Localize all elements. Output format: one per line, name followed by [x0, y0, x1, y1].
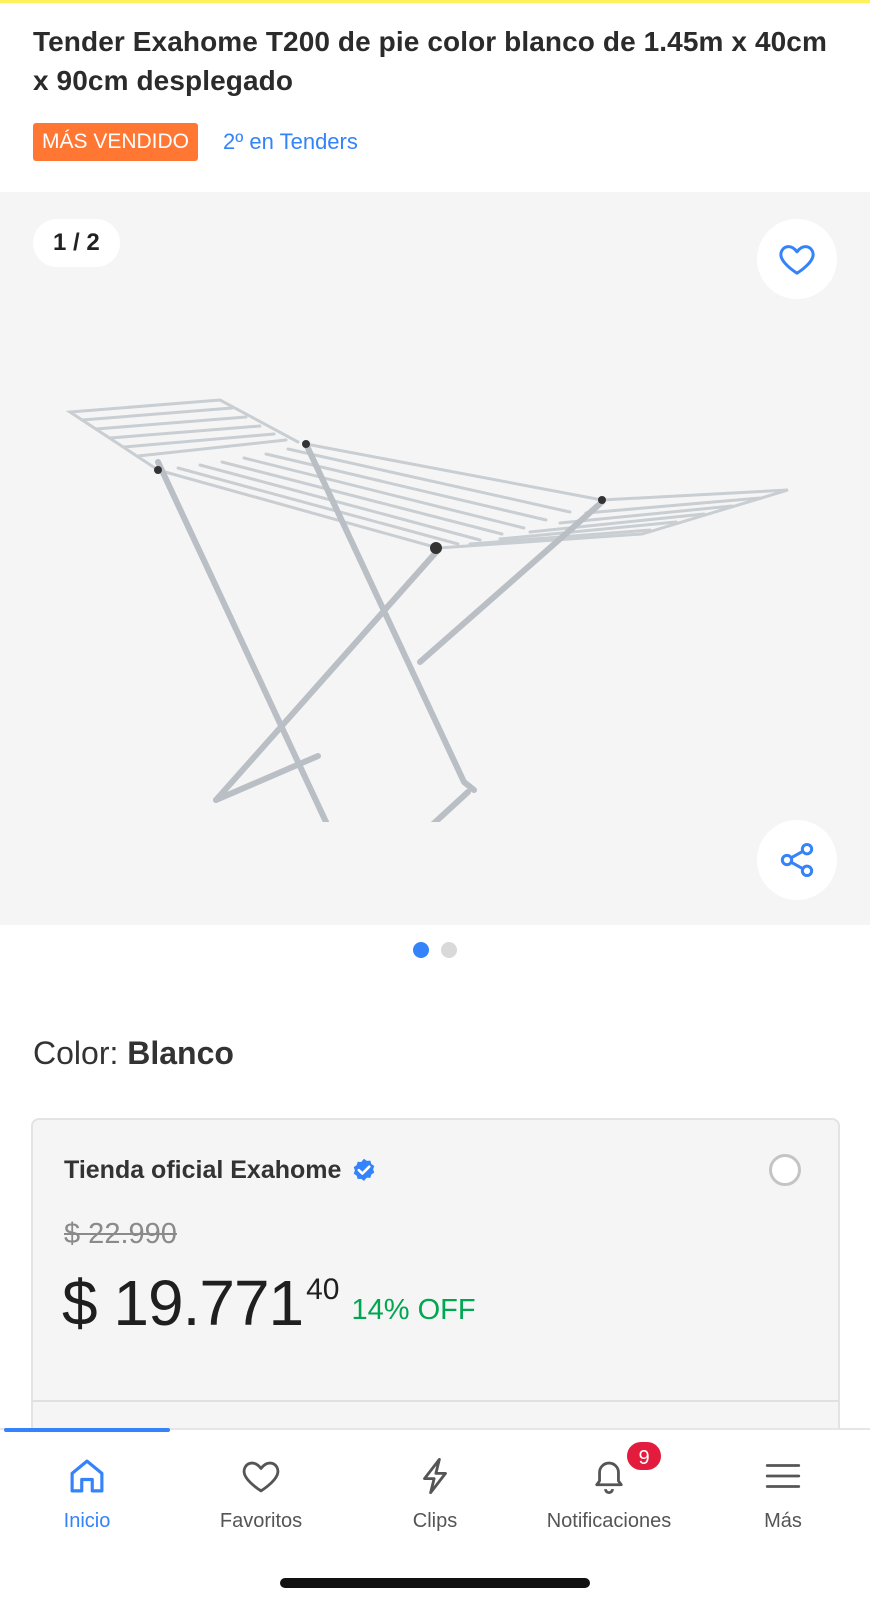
best-seller-badge: MÁS VENDIDO: [33, 123, 199, 161]
lightning-icon: [413, 1454, 457, 1498]
store-name: Tienda oficial Exahome: [64, 1156, 342, 1184]
price-cents: 40: [306, 1273, 340, 1306]
nav-label-clips: Clips: [412, 1510, 458, 1532]
image-gallery[interactable]: 1 / 2: [0, 192, 870, 925]
color-selector: Color: Blanco: [33, 1035, 234, 1072]
product-title: Tender Exahome T200 de pie color blanco …: [33, 26, 827, 96]
menu-icon: [761, 1454, 805, 1498]
notification-count-badge: 9: [625, 1440, 663, 1472]
nav-label-favoritos: Favoritos: [219, 1510, 303, 1532]
product-image: [65, 398, 789, 822]
discount-label: 14% OFF: [351, 1294, 476, 1326]
nav-item-notificaciones[interactable]: 9 Notificaciones: [522, 1440, 696, 1533]
active-tab-indicator: [4, 1428, 170, 1432]
nav-item-favoritos[interactable]: Favoritos: [174, 1454, 348, 1533]
nav-item-clips[interactable]: Clips: [348, 1454, 522, 1533]
nav-label-notificaciones: Notificaciones: [546, 1510, 672, 1532]
offer-radio[interactable]: [769, 1154, 801, 1186]
store-name-row: Tienda oficial Exahome: [64, 1156, 378, 1185]
top-accent-bar: [0, 0, 870, 3]
nav-item-inicio[interactable]: Inicio: [0, 1454, 174, 1533]
badge-row: MÁS VENDIDO 2º en Tenders: [33, 123, 358, 161]
verified-icon: [350, 1157, 378, 1185]
gallery-pagination: [0, 942, 870, 958]
offer-card[interactable]: Tienda oficial Exahome $ 22.990 $ 19.771…: [31, 1118, 840, 1448]
nav-label-inicio: Inicio: [63, 1510, 111, 1532]
image-counter: 1 / 2: [33, 219, 120, 267]
price-row: $ 19.771 40 14% OFF: [62, 1263, 476, 1343]
heart-icon: [779, 245, 815, 275]
pagination-dot-active[interactable]: [413, 942, 429, 958]
nav-item-mas[interactable]: Más: [696, 1454, 870, 1533]
home-icon: [65, 1454, 109, 1498]
offer-divider: [33, 1400, 838, 1402]
home-indicator: [280, 1578, 590, 1588]
original-price: $ 22.990: [64, 1218, 177, 1250]
color-value: Blanco: [127, 1035, 234, 1071]
heart-icon: [239, 1454, 283, 1498]
current-price: $ 19.771: [62, 1267, 304, 1339]
color-label: Color:: [33, 1035, 119, 1071]
pagination-dot[interactable]: [441, 942, 457, 958]
share-button[interactable]: [757, 820, 837, 900]
ranking-link[interactable]: 2º en Tenders: [223, 129, 358, 155]
share-icon: [780, 843, 814, 877]
nav-label-mas: Más: [764, 1510, 802, 1532]
bell-icon: [587, 1454, 631, 1498]
bottom-nav: Inicio Favoritos Clips 9 Notificaciones: [0, 1428, 870, 1600]
